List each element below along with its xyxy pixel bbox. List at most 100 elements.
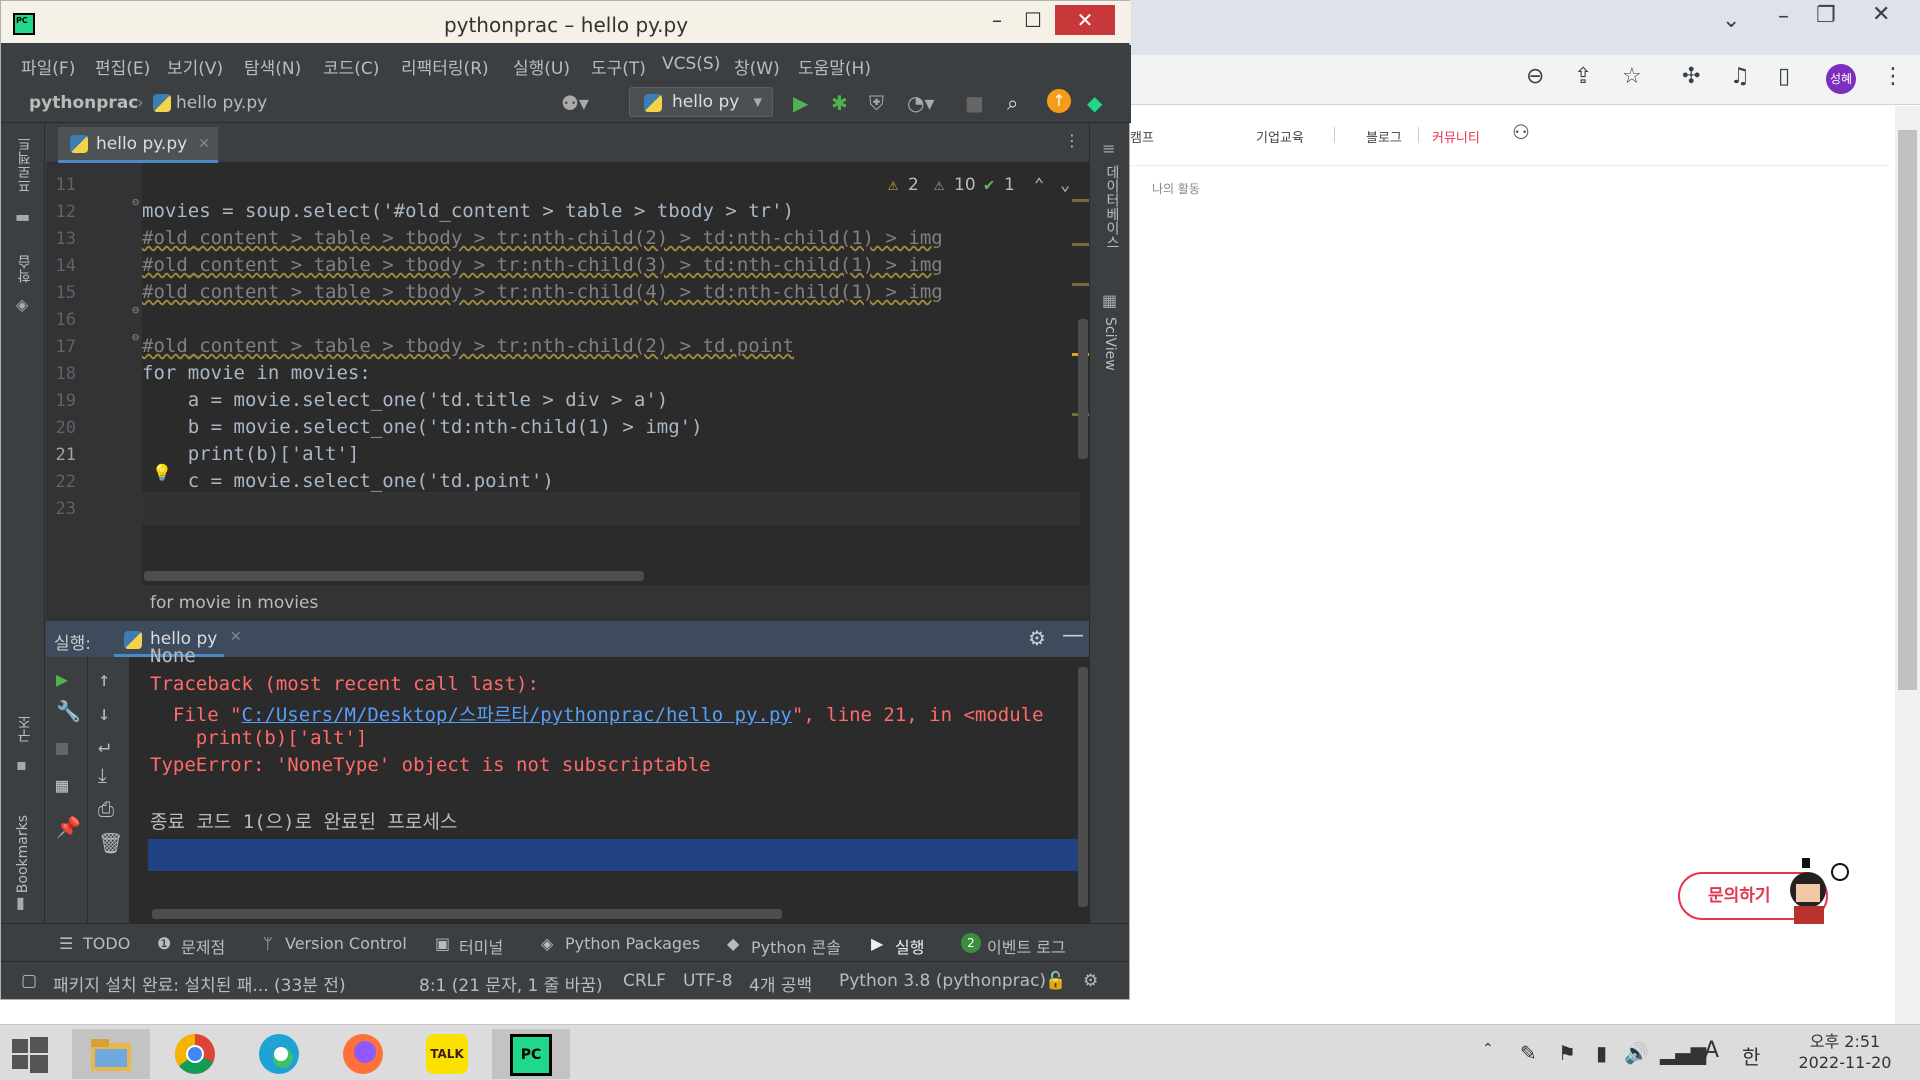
pin-icon[interactable]: 📌 <box>56 815 81 839</box>
indent-setting[interactable]: 4개 공백 <box>749 971 812 996</box>
breadcrumb-file[interactable]: hello py.py <box>176 93 267 113</box>
page-scrollbar-thumb[interactable] <box>1898 130 1917 690</box>
menu-view[interactable]: 보기(V) <box>167 54 223 79</box>
menu-file[interactable]: 파일(F) <box>21 54 75 79</box>
share-icon[interactable]: ⇪ <box>1574 66 1592 88</box>
volume-icon[interactable]: 🔊 <box>1624 1041 1649 1065</box>
inspector-icon[interactable]: ⚙ <box>1083 971 1098 991</box>
output-vscrollbar[interactable] <box>1078 667 1088 907</box>
editor-vscrollbar[interactable] <box>1078 319 1088 459</box>
nav-corporate-edu[interactable]: 기업교육 <box>1256 127 1304 146</box>
side-panel-icon[interactable]: ▯ <box>1778 66 1790 88</box>
menu-vcs[interactable]: VCS(S) <box>662 54 720 74</box>
trash-icon[interactable]: 🗑 <box>98 831 123 855</box>
restore-icon[interactable]: ❐ <box>1816 5 1836 27</box>
file-encoding[interactable]: UTF-8 <box>683 971 733 991</box>
taskbar-firefox[interactable] <box>324 1029 402 1079</box>
windows-start-icon[interactable] <box>12 1037 48 1073</box>
wrench-icon[interactable]: 🔧 <box>56 699 81 723</box>
toggle-tool-windows-icon[interactable]: ▢ <box>21 971 37 991</box>
subnav-my-activity[interactable]: 나의 활동 <box>1152 180 1200 197</box>
tool-structure[interactable]: 구조 <box>15 715 35 743</box>
line-separator[interactable]: CRLF <box>623 971 666 991</box>
warning-icon[interactable]: ⚠ <box>888 175 898 195</box>
ime-mode[interactable]: A <box>1704 1038 1719 1063</box>
close-icon[interactable]: ✕ <box>1872 4 1890 26</box>
prev-highlight-icon[interactable]: ⌃ <box>1034 175 1044 195</box>
vcs-user-icon[interactable]: ⚉▾ <box>561 91 589 115</box>
source-file-link[interactable]: C:/Users/M/Desktop/스파르타/pythonprac/hello… <box>242 704 792 726</box>
ok-check-icon[interactable]: ✔ <box>984 175 994 195</box>
zoom-icon[interactable]: ⊖ <box>1526 66 1544 88</box>
tab-options-icon[interactable]: ⋮ <box>1064 131 1080 150</box>
fold-icon[interactable]: ⊖ <box>132 195 139 209</box>
tab-search-icon[interactable]: ⌄ <box>1722 10 1740 32</box>
taskbar-chrome[interactable] <box>156 1029 234 1079</box>
error-stripe-mark[interactable] <box>1072 283 1089 286</box>
profile-run-icon[interactable]: ◔▾ <box>907 91 935 115</box>
keyboard-hangul-icon[interactable]: 한 <box>1742 1041 1760 1070</box>
profile-avatar[interactable]: 성혜 <box>1826 64 1856 94</box>
error-stripe-mark[interactable] <box>1072 199 1089 202</box>
scroll-to-end-icon[interactable]: ⤓ <box>98 763 107 787</box>
weak-warning-icon[interactable]: ⚠ <box>934 175 944 195</box>
settings-gear-icon[interactable]: ⚙ <box>1028 626 1046 650</box>
tool-project[interactable]: 프로젝트 <box>15 137 35 193</box>
minimize-icon[interactable]: – <box>977 5 1017 35</box>
debug-icon[interactable]: ✱ <box>831 91 848 115</box>
run-config-select[interactable]: hello py ▾ <box>629 87 773 117</box>
error-stripe-mark[interactable] <box>1072 243 1089 246</box>
lock-icon[interactable]: 🔓 <box>1045 971 1066 991</box>
nav-community[interactable]: 커뮤니티 <box>1432 127 1480 146</box>
scroll-down-icon[interactable]: ↓ <box>98 701 110 725</box>
nav-camp[interactable]: 캠프 <box>1130 127 1154 146</box>
menu-code[interactable]: 코드(C) <box>323 54 379 79</box>
extensions-icon[interactable]: ✣ <box>1682 66 1700 88</box>
print-icon[interactable]: ⎙ <box>98 797 114 821</box>
output-hscrollbar[interactable] <box>152 909 782 919</box>
coverage-icon[interactable]: ⛨ <box>869 91 884 115</box>
system-clock[interactable]: 오후 2:51 2022-11-20 <box>1780 1031 1910 1073</box>
tool-problems[interactable]: 문제점 <box>181 934 225 958</box>
tool-version-control[interactable]: Version Control <box>285 934 407 953</box>
menu-edit[interactable]: 편집(E) <box>95 54 150 79</box>
tool-python-console[interactable]: Python 콘솔 <box>751 934 841 958</box>
tool-database[interactable]: 데이터베이스 <box>1102 165 1122 249</box>
nav-blog[interactable]: 블로그 <box>1366 127 1402 146</box>
maximize-icon[interactable]: ☐ <box>1013 5 1053 35</box>
next-highlight-icon[interactable]: ⌄ <box>1060 175 1070 195</box>
menu-help[interactable]: 도움말(H) <box>798 54 871 79</box>
menu-run[interactable]: 실행(U) <box>513 54 570 79</box>
tool-python-packages[interactable]: Python Packages <box>565 934 700 953</box>
taskbar-edge[interactable] <box>240 1029 318 1079</box>
taskbar-file-explorer[interactable] <box>72 1029 150 1079</box>
tool-learn[interactable]: 학습 <box>15 255 35 283</box>
battery-icon[interactable]: ▮ <box>1596 1041 1607 1065</box>
rerun-icon[interactable]: ▶ <box>56 667 68 691</box>
network-icon[interactable]: ▂▄▆ <box>1660 1041 1706 1065</box>
editor-hscrollbar[interactable] <box>144 571 644 581</box>
tool-terminal[interactable]: 터미널 <box>459 934 503 958</box>
minimize-icon[interactable]: – <box>1778 6 1789 28</box>
menu-navigate[interactable]: 탐색(N) <box>244 54 301 79</box>
breadcrumb-project[interactable]: pythonprac <box>29 93 138 113</box>
fold-icon[interactable]: ⊖ <box>132 303 139 317</box>
show-hidden-icons-icon[interactable]: ⌃ <box>1482 1041 1494 1057</box>
stop-icon[interactable]: ■ <box>965 91 984 115</box>
menu-window[interactable]: 창(W) <box>734 54 780 79</box>
soft-wrap-icon[interactable]: ↵ <box>98 733 110 757</box>
menu-refactor[interactable]: 리팩터링(R) <box>401 54 489 79</box>
hide-panel-icon[interactable]: — <box>1062 623 1084 648</box>
bookmark-star-icon[interactable]: ☆ <box>1622 66 1642 88</box>
tool-bookmarks[interactable]: Bookmarks <box>15 815 31 893</box>
fold-icon[interactable]: ⊖ <box>132 330 139 344</box>
media-icon[interactable]: ♫ <box>1730 66 1750 88</box>
code-breadcrumb[interactable]: for movie in movies <box>150 593 318 613</box>
taskbar-pycharm[interactable]: PC <box>492 1029 570 1079</box>
run-icon[interactable]: ▶ <box>793 91 808 115</box>
status-message[interactable]: 패키지 설치 완료: 설치된 패... (33분 전) <box>53 971 346 996</box>
close-tab-icon[interactable]: ✕ <box>230 629 242 645</box>
scroll-up-icon[interactable]: ↑ <box>98 667 110 691</box>
layout-icon[interactable]: ▦ <box>56 773 68 797</box>
python-interpreter[interactable]: Python 3.8 (pythonprac) <box>839 971 1046 991</box>
